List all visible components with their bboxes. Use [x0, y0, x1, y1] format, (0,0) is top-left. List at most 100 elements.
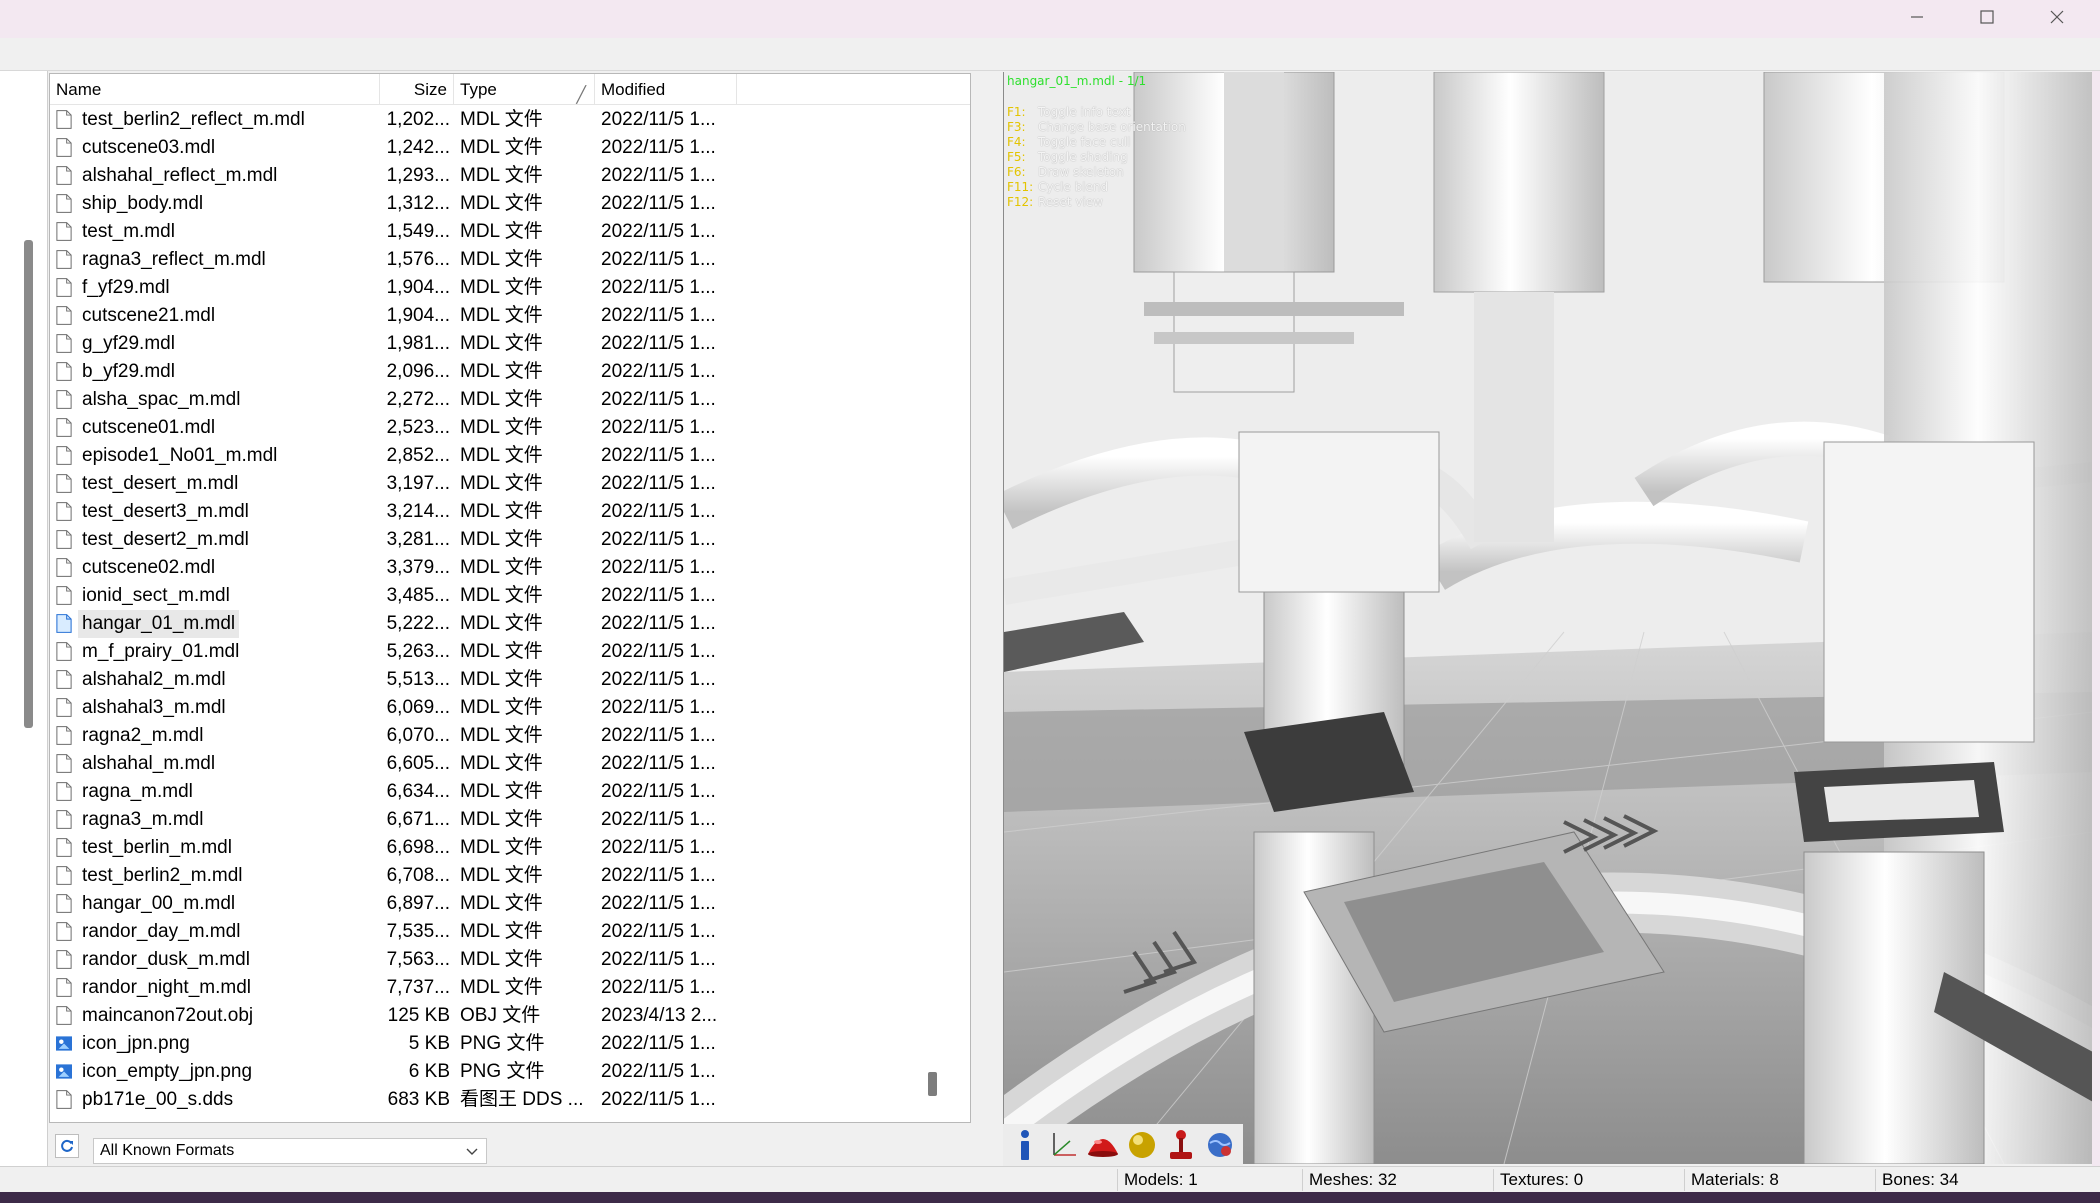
file-size: 7,535... — [386, 921, 450, 942]
file-type: MDL 文件 — [460, 697, 543, 718]
file-modified: 2022/11/5 1... — [601, 109, 716, 130]
filter-bar: All Known Formats — [49, 1128, 971, 1166]
file-row[interactable]: ragna3_m.mdl 6,671... MDL 文件 2022/11/5 1... — [50, 806, 970, 834]
viewport-toolbar — [1003, 1124, 1243, 1166]
file-name: hangar_00_m.mdl — [82, 893, 236, 914]
menu-strip — [0, 38, 2100, 71]
file-row[interactable]: test_berlin2_reflect_m.mdl 1,202... MDL 文件… — [50, 106, 970, 134]
title-bar — [0, 0, 2100, 38]
file-row[interactable]: hangar_00_m.mdl 6,897... MDL 文件 2022/11/5 1… — [50, 890, 970, 918]
file-row[interactable]: maincanon72out.obj 125 KB OBJ 文件 2023/4/13 … — [50, 1002, 970, 1030]
file-size: 3,485... — [386, 585, 450, 606]
help-desc: Toggle info text — [1038, 105, 1131, 119]
file-modified: 2022/11/5 1... — [601, 445, 716, 466]
file-row[interactable]: pb171e_00_s.dds 683 KB 看图王 DDS ... 2022/11/… — [50, 1086, 970, 1114]
file-row[interactable]: randor_dusk_m.mdl 7,563... MDL 文件 2022/11/5… — [50, 946, 970, 974]
file-type: MDL 文件 — [460, 837, 543, 858]
file-row[interactable]: g_yf29.mdl 1,981... MDL 文件 2022/11/5 1... — [50, 330, 970, 358]
file-row[interactable]: alshahal2_m.mdl 5,513... MDL 文件 2022/11/5 1… — [50, 666, 970, 694]
file-row[interactable]: episode1_No01_m.mdl 2,852... MDL 文件 2022/11… — [50, 442, 970, 470]
file-row[interactable]: alsha_spac_m.mdl 2,272... MDL 文件 2022/11/5 … — [50, 386, 970, 414]
file-row[interactable]: b_yf29.mdl 2,096... MDL 文件 2022/11/5 1... — [50, 358, 970, 386]
file-icon — [56, 1006, 72, 1025]
file-row[interactable]: icon_empty_jpn.png 6 KB PNG 文件 2022/11/5 1.… — [50, 1058, 970, 1086]
file-icon — [56, 754, 72, 773]
file-list-scrollbar[interactable] — [928, 1072, 937, 1096]
file-row[interactable]: m_f_prairy_01.mdl 5,263... MDL 文件 2022/11/5… — [50, 638, 970, 666]
file-type: MDL 文件 — [460, 585, 543, 606]
file-size: 6,070... — [386, 725, 450, 746]
file-row[interactable]: hangar_01_m.mdl 5,222... MDL 文件 2022/11/5 1… — [50, 610, 970, 638]
file-type: MDL 文件 — [460, 221, 543, 242]
file-type: 看图王 DDS ... — [460, 1089, 584, 1110]
status-models: Models: 1 — [1117, 1169, 1302, 1191]
file-row[interactable]: ionid_sect_m.mdl 3,485... MDL 文件 2022/11/5 … — [50, 582, 970, 610]
column-name[interactable]: Name — [50, 74, 380, 105]
file-name: alshahal3_m.mdl — [82, 697, 226, 718]
file-icon — [56, 698, 72, 717]
file-type: MDL 文件 — [460, 389, 543, 410]
file-row[interactable]: test_berlin2_m.mdl 6,708... MDL 文件 2022/11/… — [50, 862, 970, 890]
file-icon — [56, 586, 72, 605]
close-icon[interactable] — [2022, 0, 2092, 34]
file-row[interactable]: cutscene21.mdl 1,904... MDL 文件 2022/11/5 1.… — [50, 302, 970, 330]
file-row[interactable]: test_desert3_m.mdl 3,214... MDL 文件 2022/11/… — [50, 498, 970, 526]
file-row[interactable]: randor_night_m.mdl 7,737... MDL 文件 2022/11/… — [50, 974, 970, 1002]
file-row[interactable]: test_desert_m.mdl 3,197... MDL 文件 2022/11/5… — [50, 470, 970, 498]
file-row[interactable]: cutscene01.mdl 2,523... MDL 文件 2022/11/5 1.… — [50, 414, 970, 442]
maximize-icon[interactable] — [1952, 0, 2022, 34]
file-row[interactable]: ragna_m.mdl 6,634... MDL 文件 2022/11/5 1... — [50, 778, 970, 806]
file-row[interactable]: ragna3_reflect_m.mdl 1,576... MDL 文件 2022/1… — [50, 246, 970, 274]
file-modified: 2022/11/5 1... — [601, 389, 716, 410]
joystick-icon[interactable] — [1163, 1127, 1199, 1163]
info-icon[interactable] — [1007, 1127, 1043, 1163]
file-name: randor_day_m.mdl — [82, 921, 241, 942]
gold-sphere-icon[interactable] — [1124, 1127, 1160, 1163]
help-key: F12: — [1007, 195, 1034, 209]
file-name: icon_jpn.png — [82, 1033, 190, 1054]
file-row[interactable]: test_berlin_m.mdl 6,698... MDL 文件 2022/11/5… — [50, 834, 970, 862]
file-row[interactable]: ship_body.mdl 1,312... MDL 文件 2022/11/5 1..… — [50, 190, 970, 218]
column-type[interactable]: Type ╱ — [454, 74, 595, 105]
file-row[interactable]: test_m.mdl 1,549... MDL 文件 2022/11/5 1... — [50, 218, 970, 246]
file-row[interactable]: f_yf29.mdl 1,904... MDL 文件 2022/11/5 1... — [50, 274, 970, 302]
file-row[interactable]: randor_day_m.mdl 7,535... MDL 文件 2022/11/5 … — [50, 918, 970, 946]
minimize-icon[interactable] — [1882, 0, 1952, 34]
file-row[interactable]: cutscene03.mdl 1,242... MDL 文件 2022/11/5 1.… — [50, 134, 970, 162]
file-size: 6 KB — [408, 1061, 450, 1082]
column-size[interactable]: Size — [380, 74, 454, 105]
format-filter-select[interactable]: All Known Formats — [93, 1138, 487, 1164]
help-line: F1: Toggle info text — [1007, 105, 1186, 120]
folder-pane-scrollbar[interactable] — [24, 240, 33, 728]
file-icon — [56, 194, 72, 213]
file-row[interactable]: cutscene02.mdl 3,379... MDL 文件 2022/11/5 1.… — [50, 554, 970, 582]
file-type: MDL 文件 — [460, 249, 543, 270]
help-desc: Toggle shading — [1038, 150, 1128, 164]
file-modified: 2022/11/5 1... — [601, 809, 716, 830]
file-size: 2,272... — [386, 389, 450, 410]
file-type: MDL 文件 — [460, 949, 543, 970]
file-modified: 2022/11/5 1... — [601, 193, 716, 214]
file-row[interactable]: alshahal3_m.mdl 6,069... MDL 文件 2022/11/5 1… — [50, 694, 970, 722]
file-row[interactable]: icon_jpn.png 5 KB PNG 文件 2022/11/5 1... — [50, 1030, 970, 1058]
file-name: icon_empty_jpn.png — [82, 1061, 253, 1082]
file-modified: 2022/11/5 1... — [601, 361, 716, 382]
file-row[interactable]: alshahal_reflect_m.mdl 1,293... MDL 文件 2022… — [50, 162, 970, 190]
red-dome-icon[interactable] — [1085, 1127, 1121, 1163]
file-name: test_desert2_m.mdl — [82, 529, 249, 550]
model-viewport[interactable]: hangar_01_m.mdl - 1/1 F1: Toggle info tex… — [1003, 72, 2092, 1164]
refresh-button[interactable] — [55, 1134, 79, 1158]
folder-pane[interactable] — [0, 71, 48, 1166]
file-row[interactable]: test_desert2_m.mdl 3,281... MDL 文件 2022/11/… — [50, 526, 970, 554]
globe-icon[interactable] — [1202, 1127, 1238, 1163]
file-size: 6,069... — [386, 697, 450, 718]
file-row[interactable]: alshahal_m.mdl 6,605... MDL 文件 2022/11/5 1.… — [50, 750, 970, 778]
axes-icon[interactable] — [1046, 1127, 1082, 1163]
column-modified[interactable]: Modified — [595, 74, 737, 105]
file-list[interactable]: Name Size Type ╱ Modified test_berlin2_r… — [49, 73, 971, 1123]
file-size: 6,698... — [386, 837, 450, 858]
file-name: randor_night_m.mdl — [82, 977, 251, 998]
file-modified: 2022/11/5 1... — [601, 669, 716, 690]
help-line: F5: Toggle shading — [1007, 150, 1186, 165]
file-row[interactable]: ragna2_m.mdl 6,070... MDL 文件 2022/11/5 1... — [50, 722, 970, 750]
